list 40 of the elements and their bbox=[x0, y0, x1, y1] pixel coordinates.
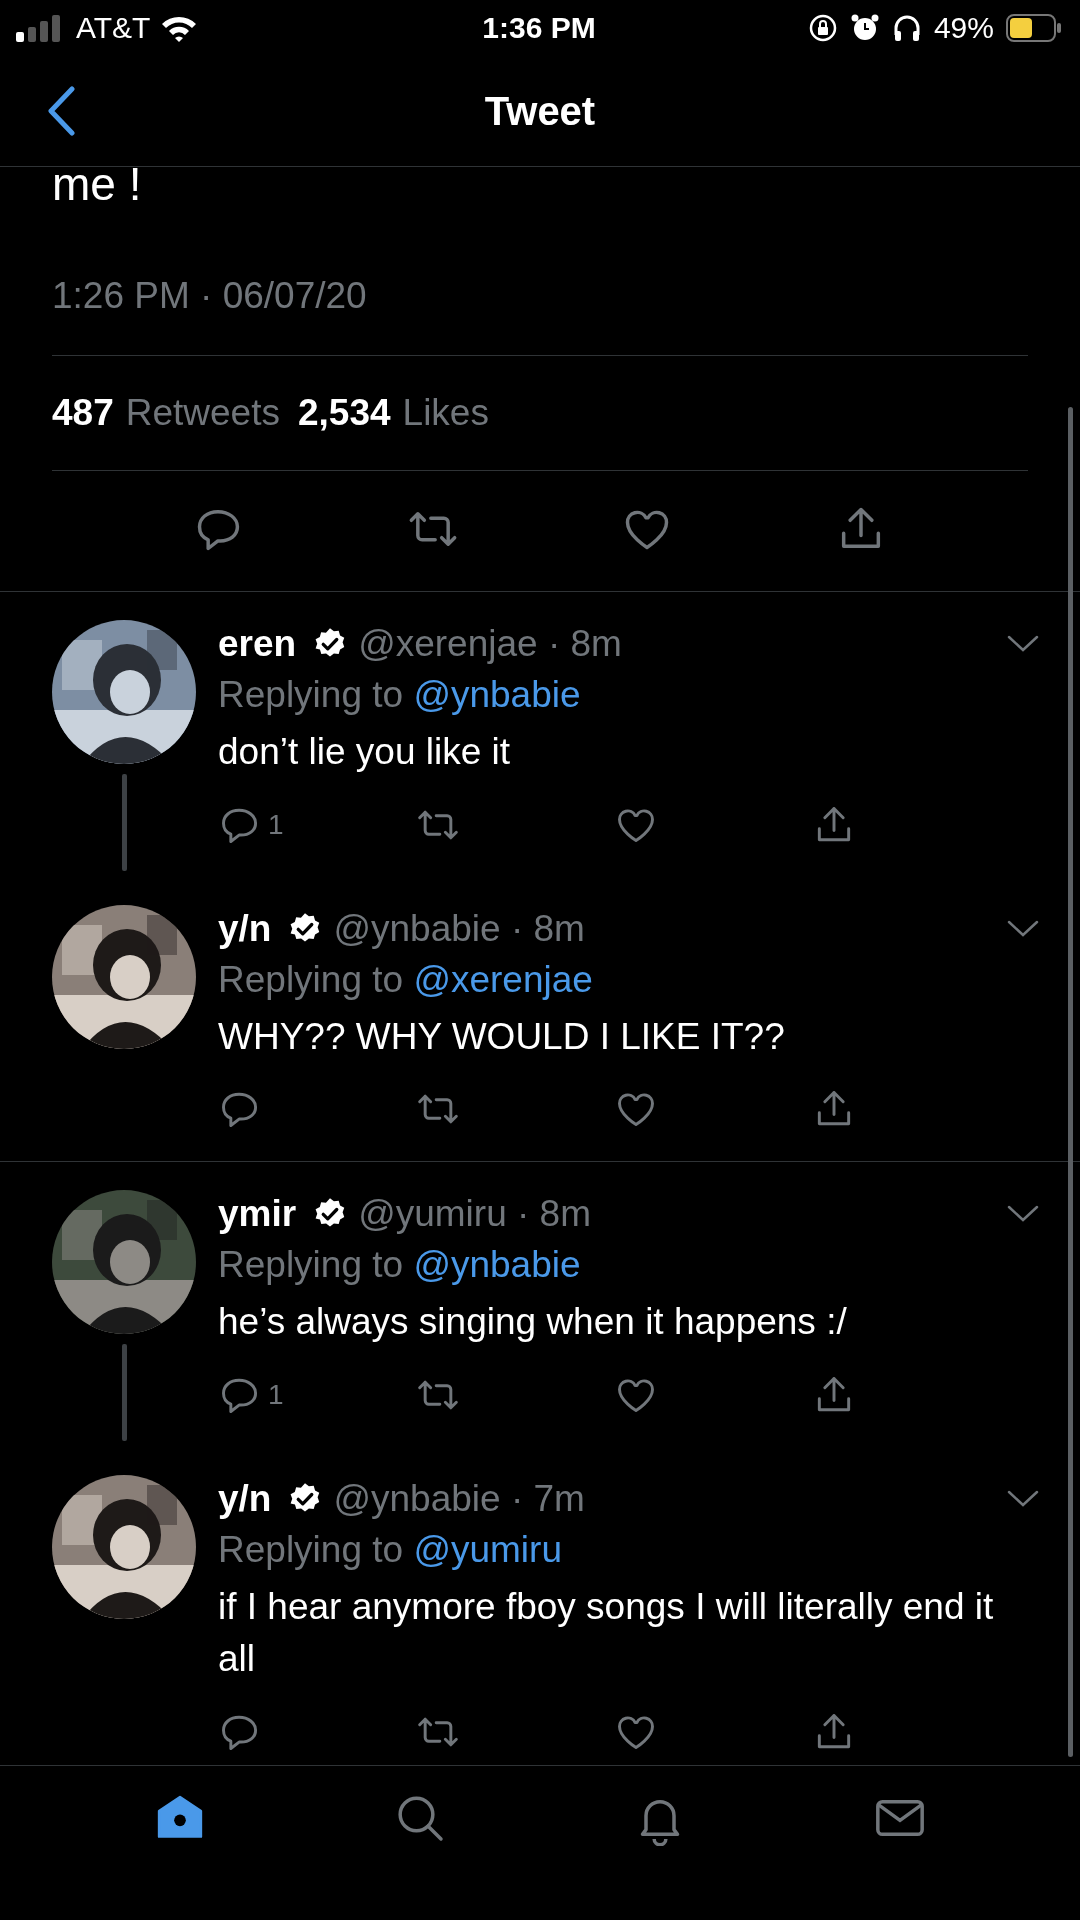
handle-and-time: @ynbabie · 7m bbox=[333, 1477, 585, 1520]
author-name[interactable]: ymir bbox=[218, 1193, 297, 1236]
stat-label[interactable]: Retweets bbox=[125, 392, 280, 434]
stat-count[interactable]: 487 bbox=[52, 392, 114, 434]
back-icon[interactable] bbox=[46, 86, 76, 136]
mention-link[interactable]: @ynbabie bbox=[413, 674, 581, 715]
reply-text: if I hear anymore fboy songs I will literally end it all bbox=[218, 1584, 995, 1682]
carrier-name: AT&T bbox=[76, 11, 151, 45]
handle-and-time: @xerenjae · 8m bbox=[358, 623, 622, 665]
reply-text: he’s always singing when it happens :/ bbox=[218, 1300, 848, 1345]
author-name[interactable]: y/n bbox=[218, 907, 272, 950]
rotation-lock-icon bbox=[807, 13, 838, 43]
tweet-timestamp: 1:26 PM · 06/07/20 bbox=[52, 237, 1028, 356]
chevron-down-icon[interactable] bbox=[1006, 918, 1040, 939]
handle-and-time: @yumiru · 8m bbox=[358, 1193, 591, 1236]
stat-count[interactable]: 2,534 bbox=[297, 392, 391, 434]
wifi-icon bbox=[160, 14, 199, 42]
stat-label[interactable]: Likes bbox=[402, 392, 489, 434]
battery-percent: 49% bbox=[933, 11, 994, 45]
tweet-text: me ! bbox=[52, 167, 143, 212]
replying-label: Replying to bbox=[218, 674, 404, 715]
reply-text: WHY?? WHY WOULD I LIKE IT?? bbox=[218, 1014, 786, 1059]
author-name[interactable]: y/n bbox=[218, 1477, 272, 1520]
chevron-down-icon[interactable] bbox=[1006, 634, 1040, 654]
mention-link[interactable]: @ynbabie bbox=[413, 1244, 581, 1286]
replying-label: Replying to bbox=[218, 1528, 404, 1570]
clock-time: 1:36 PM bbox=[482, 11, 596, 45]
replying-label: Replying to bbox=[218, 1244, 404, 1286]
replying-label: Replying to bbox=[218, 958, 404, 1000]
author-name[interactable]: eren bbox=[218, 623, 297, 665]
mention-link[interactable]: @yumiru bbox=[413, 1528, 562, 1570]
handle-and-time: @ynbabie · 8m bbox=[333, 907, 585, 950]
alarm-icon bbox=[849, 13, 880, 43]
mention-link[interactable]: @xerenjae bbox=[413, 958, 593, 1000]
reply-count: 1 bbox=[268, 1378, 284, 1411]
battery-icon bbox=[1006, 14, 1062, 42]
reply-text: don’t lie you like it bbox=[218, 730, 512, 774]
chevron-down-icon[interactable] bbox=[1006, 1488, 1040, 1509]
page-title: Tweet bbox=[484, 88, 596, 134]
reply-count: 1 bbox=[268, 808, 284, 841]
